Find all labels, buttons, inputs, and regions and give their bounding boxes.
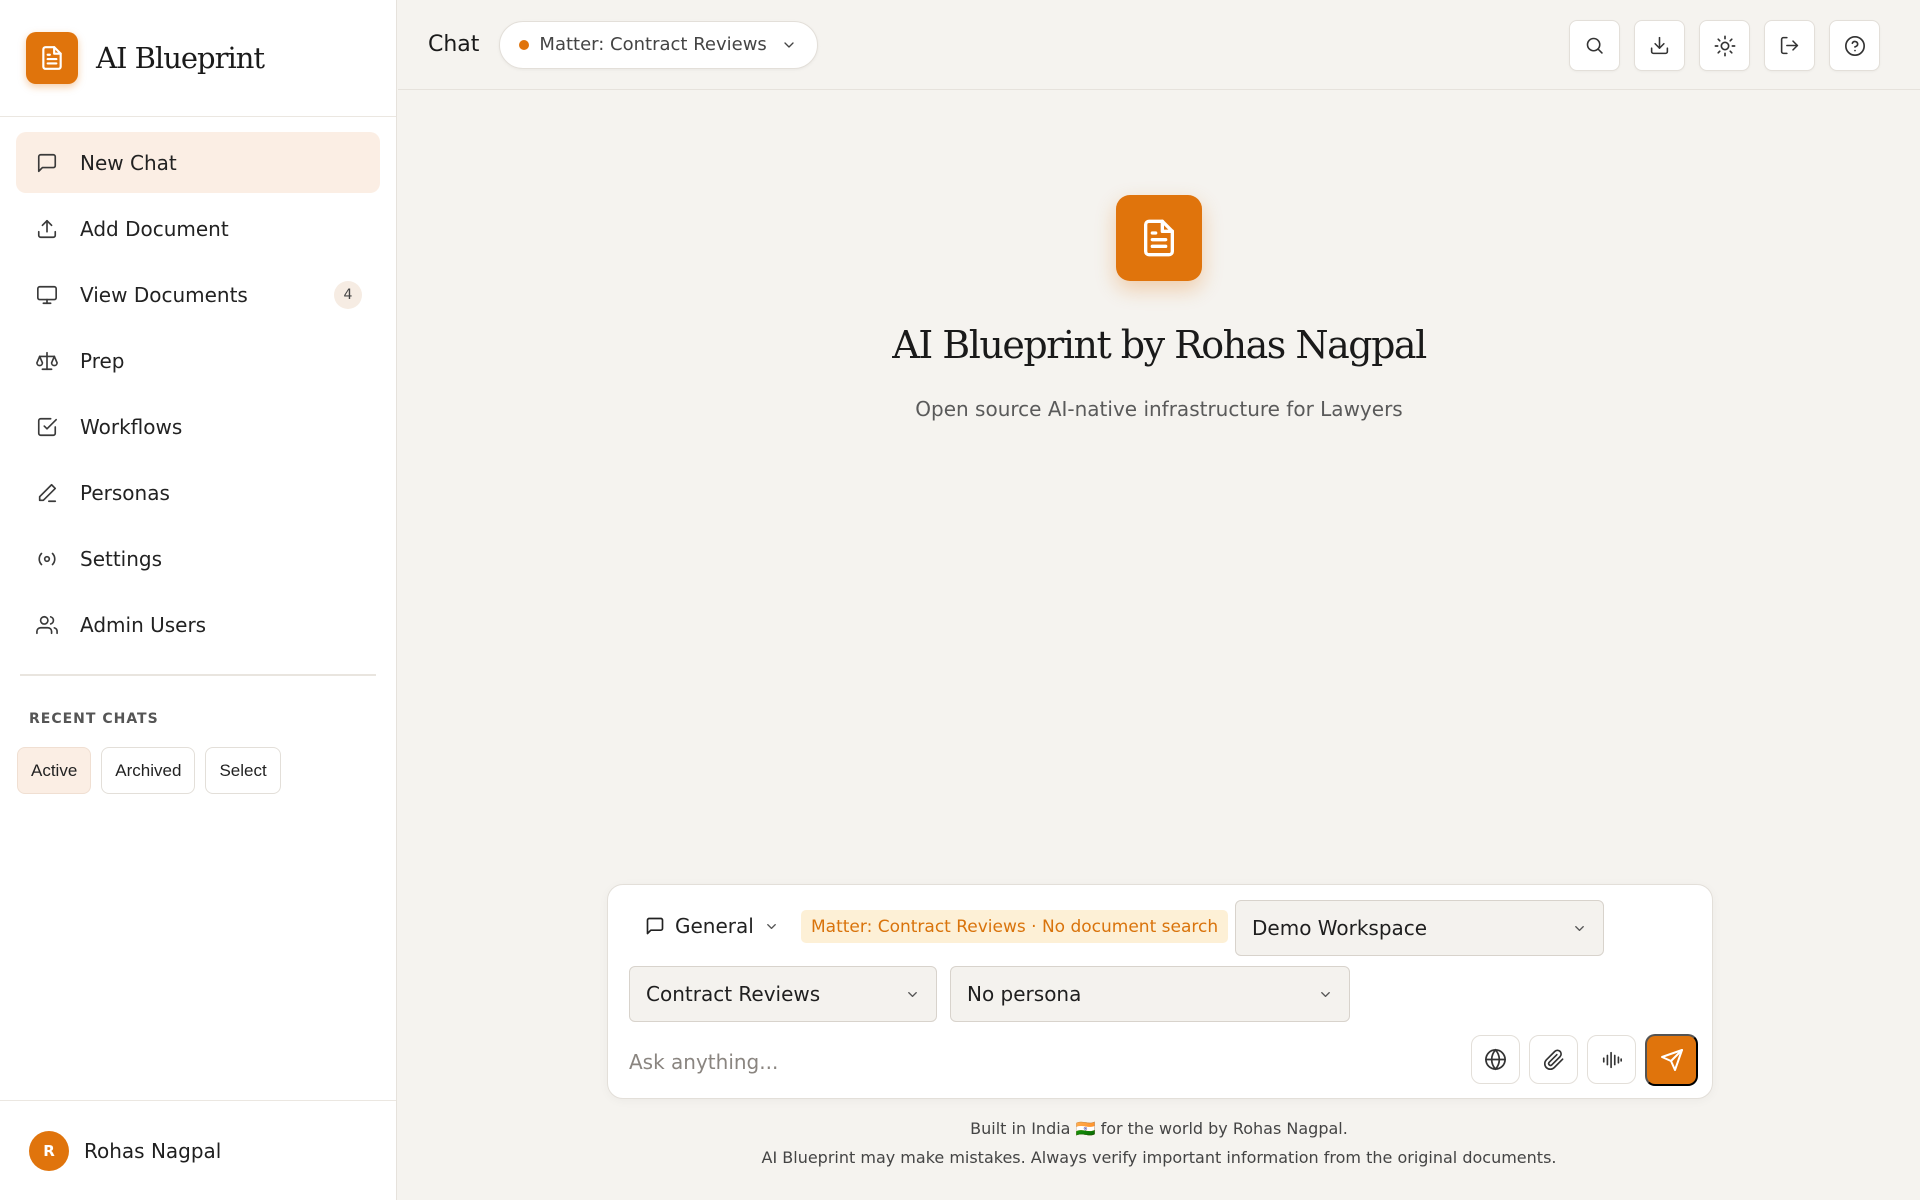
sidebar-nav: New Chat Add Document View Documents 4 P… <box>0 117 396 655</box>
sidebar-item-prep[interactable]: Prep <box>16 330 380 391</box>
hero-title: AI Blueprint by Rohas Nagpal <box>892 323 1427 367</box>
sidebar-item-label: New Chat <box>80 150 177 175</box>
chevron-down-icon <box>1572 921 1587 936</box>
chat-composer: General Matter: Contract Reviews · No do… <box>607 884 1713 1099</box>
send-icon <box>1660 1048 1684 1072</box>
recent-chats-filters: Active Archived Select <box>17 747 396 794</box>
matter-dropdown[interactable]: Matter: Contract Reviews <box>499 20 818 69</box>
sidebar-divider <box>20 674 376 676</box>
help-icon <box>1844 35 1866 57</box>
monitor-icon <box>34 282 60 308</box>
select-chats-button[interactable]: Select <box>205 747 281 794</box>
upload-icon <box>34 216 60 242</box>
sidebar-item-label: Settings <box>80 546 163 571</box>
document-icon <box>1116 195 1202 281</box>
page-title: Chat <box>428 32 480 57</box>
hero-subtitle: Open source AI-native infrastructure for… <box>915 397 1403 421</box>
matter-select-value: Contract Reviews <box>646 982 821 1006</box>
chevron-down-icon <box>905 987 920 1002</box>
sidebar-item-label: Personas <box>80 480 170 505</box>
web-search-button[interactable] <box>1471 1035 1520 1084</box>
brand[interactable]: AI Blueprint <box>0 0 396 117</box>
persona-select-value: No persona <box>967 982 1082 1006</box>
footer-credit: Built in India 🇮🇳 for the world by Rohas… <box>970 1119 1348 1138</box>
sidebar-item-label: Admin Users <box>80 612 207 637</box>
sidebar-item-label: Workflows <box>80 414 183 439</box>
document-count-badge: 4 <box>334 280 362 309</box>
sidebar-item-add-document[interactable]: Add Document <box>16 198 380 259</box>
chat-input[interactable] <box>629 1042 1429 1082</box>
pen-icon <box>34 480 60 506</box>
attach-file-button[interactable] <box>1529 1035 1578 1084</box>
send-button[interactable] <box>1645 1034 1698 1086</box>
sidebar-item-view-documents[interactable]: View Documents 4 <box>16 264 380 325</box>
welcome-hero: AI Blueprint by Rohas Nagpal Open source… <box>398 195 1920 421</box>
header-actions <box>1569 20 1880 71</box>
user-name: Rohas Nagpal <box>84 1138 222 1163</box>
sidebar-item-new-chat[interactable]: New Chat <box>16 132 380 193</box>
paperclip-icon <box>1543 1048 1565 1071</box>
top-header: Chat Matter: Contract Reviews <box>398 0 1920 90</box>
sidebar-item-label: Add Document <box>80 216 229 241</box>
workspace-select[interactable]: Demo Workspace <box>1235 900 1604 956</box>
broadcast-icon <box>34 546 60 572</box>
sidebar-item-admin-users[interactable]: Admin Users <box>16 594 380 655</box>
persona-select[interactable]: No persona <box>950 966 1350 1022</box>
chat-bubble-icon <box>34 150 60 176</box>
disclaimer-footer: Built in India 🇮🇳 for the world by Rohas… <box>398 1114 1920 1172</box>
scale-icon <box>34 348 60 374</box>
filter-archived-button[interactable]: Archived <box>101 747 196 794</box>
help-button[interactable] <box>1829 20 1880 71</box>
chat-mode-label: General <box>675 914 754 938</box>
document-icon <box>26 32 78 84</box>
status-dot <box>519 39 530 50</box>
users-icon <box>34 612 60 638</box>
chevron-down-icon <box>764 919 779 934</box>
search-button[interactable] <box>1569 20 1620 71</box>
matter-dropdown-label: Matter: Contract Reviews <box>539 34 767 55</box>
sidebar: AI Blueprint New Chat Add Document View … <box>0 0 397 1200</box>
matter-status-badge: Matter: Contract Reviews · No document s… <box>801 910 1229 943</box>
chevron-down-icon <box>781 37 797 53</box>
logout-icon <box>1779 35 1800 56</box>
composer-tools <box>1471 1034 1698 1086</box>
sun-icon <box>1714 35 1736 57</box>
download-icon <box>1649 35 1670 56</box>
logout-button[interactable] <box>1764 20 1815 71</box>
chat-mode-dropdown[interactable]: General <box>645 914 779 938</box>
checkbox-icon <box>34 414 60 440</box>
globe-icon <box>1484 1048 1507 1071</box>
avatar: R <box>29 1130 69 1171</box>
brand-name: AI Blueprint <box>96 41 265 75</box>
download-button[interactable] <box>1634 20 1685 71</box>
user-profile[interactable]: R Rohas Nagpal <box>0 1100 396 1200</box>
matter-select[interactable]: Contract Reviews <box>629 966 937 1022</box>
chat-bubble-icon <box>645 916 665 936</box>
audio-wave-icon <box>1600 1049 1624 1071</box>
theme-toggle-button[interactable] <box>1699 20 1750 71</box>
recent-chats-heading: RECENT CHATS <box>29 711 159 727</box>
workspace-select-value: Demo Workspace <box>1252 916 1428 940</box>
sidebar-item-label: Prep <box>80 348 125 373</box>
footer-disclaimer: AI Blueprint may make mistakes. Always v… <box>761 1148 1557 1167</box>
search-icon <box>1584 35 1605 56</box>
voice-input-button[interactable] <box>1587 1035 1636 1084</box>
filter-active-button[interactable]: Active <box>17 747 92 794</box>
sidebar-item-personas[interactable]: Personas <box>16 462 380 523</box>
sidebar-item-workflows[interactable]: Workflows <box>16 396 380 457</box>
chevron-down-icon <box>1318 987 1333 1002</box>
sidebar-item-label: View Documents <box>80 282 248 307</box>
sidebar-item-settings[interactable]: Settings <box>16 528 380 589</box>
